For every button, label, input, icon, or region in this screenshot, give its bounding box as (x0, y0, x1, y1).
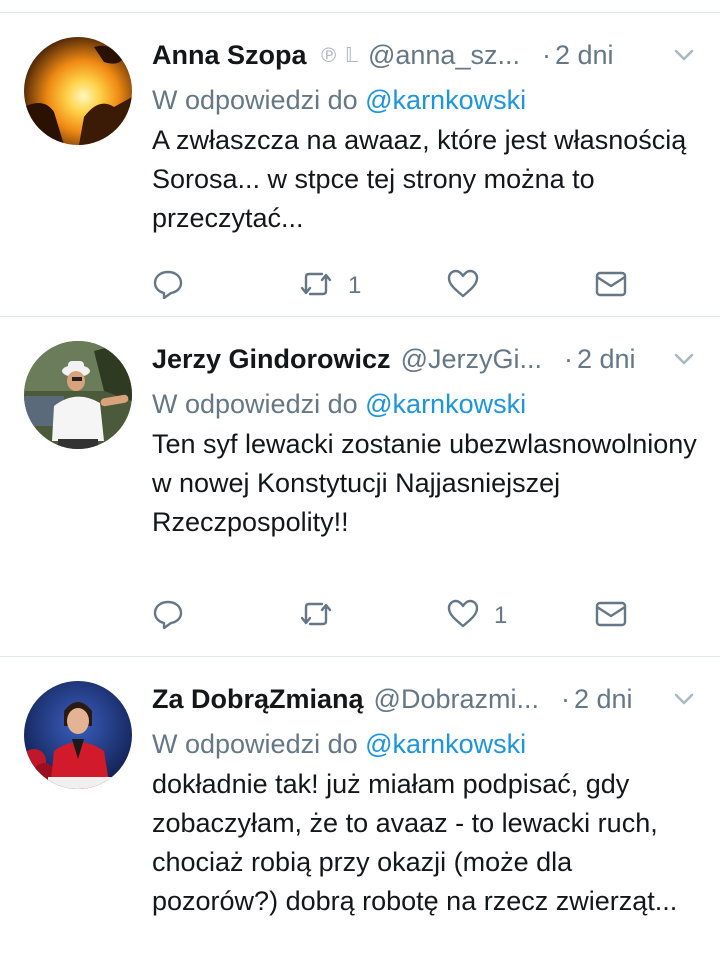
avatar[interactable] (24, 341, 132, 449)
tweet-text: Ten syf lewacki zostanie ubezwlasnowolni… (152, 429, 697, 537)
tweet[interactable]: Anna Szopa ℗ 𝕃 @anna_sz... · 2 dni W odp… (0, 13, 720, 317)
retweet-count: 1 (348, 272, 362, 299)
tweet[interactable]: Jerzy Gindorowicz @JerzyGi... · 2 dni W … (0, 317, 720, 657)
tweet-header: Anna Szopa ℗ 𝕃 @anna_sz... · 2 dni (152, 35, 700, 75)
avatar[interactable] (24, 681, 132, 789)
reply-prefix: W odpowiedzi do (152, 389, 358, 419)
user-handle[interactable]: @JerzyGi... (401, 344, 542, 375)
display-name[interactable]: Anna Szopa (152, 40, 307, 71)
timestamp[interactable]: 2 dni (574, 684, 633, 715)
reply-prefix: W odpowiedzi do (152, 85, 358, 115)
chevron-down-icon[interactable] (674, 693, 700, 705)
reply-mention-link[interactable]: @karnkowski (365, 389, 526, 419)
direct-message-button[interactable] (594, 596, 628, 636)
reply-icon (152, 268, 184, 305)
retweet-button[interactable] (298, 596, 348, 636)
direct-message-icon (594, 600, 628, 633)
display-name[interactable]: Za DobrąZmianą (152, 684, 364, 715)
direct-message-button[interactable] (594, 266, 628, 306)
separator-dot: · (561, 683, 570, 714)
reply-context: W odpowiedzi do @karnkowski (152, 725, 700, 763)
user-handle[interactable]: @anna_sz... (368, 40, 520, 71)
retweet-icon (298, 598, 334, 635)
display-name[interactable]: Jerzy Gindorowicz (152, 344, 391, 375)
reply-mention-link[interactable]: @karnkowski (365, 729, 526, 759)
reply-icon (152, 598, 184, 635)
timestamp[interactable]: 2 dni (555, 40, 614, 71)
reply-mention-link[interactable]: @karnkowski (365, 85, 526, 115)
like-icon (446, 598, 480, 635)
timestamp[interactable]: 2 dni (577, 344, 636, 375)
reply-context: W odpowiedzi do @karnkowski (152, 385, 700, 423)
like-count: 1 (494, 602, 508, 629)
chevron-down-icon[interactable] (674, 49, 700, 61)
avatar[interactable] (24, 37, 132, 145)
like-button[interactable]: 1 (446, 596, 507, 636)
tweet-text: A zwłaszcza na awaaz, które jest własnoś… (152, 125, 687, 233)
tweet-header: Jerzy Gindorowicz @JerzyGi... · 2 dni (152, 339, 700, 379)
like-button[interactable] (446, 266, 494, 306)
direct-message-icon (594, 270, 628, 303)
user-handle[interactable]: @Dobrazmi... (374, 684, 539, 715)
reply-prefix: W odpowiedzi do (152, 729, 358, 759)
chevron-down-icon[interactable] (674, 353, 700, 365)
separator-dot: · (541, 39, 551, 70)
tweet-actions: 1 (152, 596, 720, 636)
tweet-text: dokładnie tak! już miałam podpisać, gdy … (152, 769, 678, 916)
like-icon (446, 268, 480, 305)
reply-button[interactable] (152, 266, 184, 306)
profile-badges: ℗ 𝕃 (318, 43, 358, 67)
reply-button[interactable] (152, 596, 184, 636)
reply-context: W odpowiedzi do @karnkowski (152, 81, 700, 119)
tweet-actions: 1 (152, 266, 720, 306)
tweet-header: Za DobrąZmianą @Dobrazmi... · 2 dni (152, 679, 700, 719)
retweet-icon (298, 268, 334, 305)
retweet-button[interactable]: 1 (298, 266, 361, 306)
tweet[interactable]: Za DobrąZmianą @Dobrazmi... · 2 dni W od… (0, 657, 720, 957)
separator-dot: · (563, 343, 573, 374)
